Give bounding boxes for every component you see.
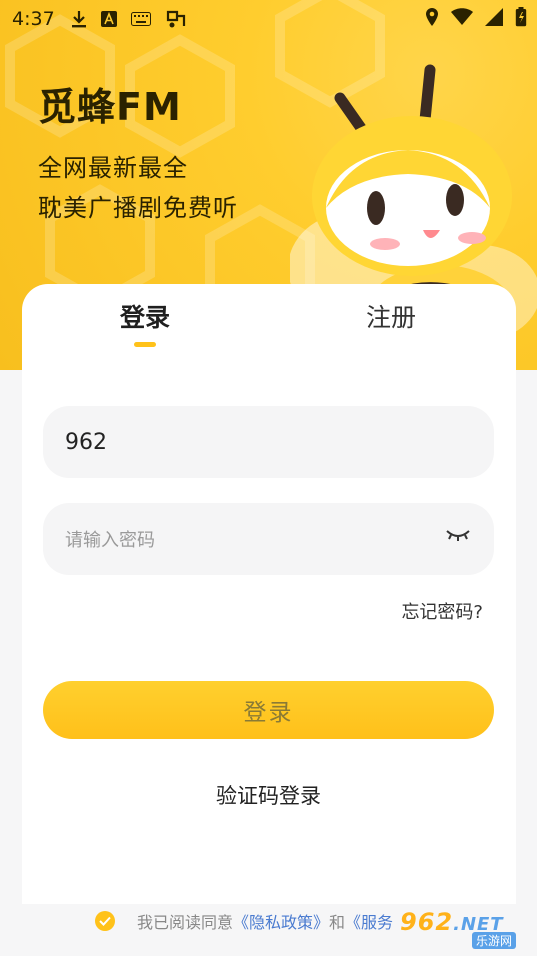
password-input[interactable]: 请输入密码: [43, 503, 494, 575]
eye-closed-icon[interactable]: [446, 527, 470, 546]
password-placeholder: 请输入密码: [65, 530, 155, 551]
login-card: [22, 284, 516, 904]
sms-login-link[interactable]: 验证码登录: [0, 780, 537, 810]
watermark-number: 962: [400, 908, 454, 936]
a-notification-icon: [100, 11, 117, 27]
status-bar: 4:37: [0, 0, 537, 38]
watermark-sub: 乐游网: [472, 932, 517, 949]
download-icon: [71, 10, 87, 28]
service-agreement-link[interactable]: 《服务: [345, 909, 393, 933]
tab-register[interactable]: 注册: [366, 298, 416, 334]
agreement-prefix: 我已阅读同意: [137, 913, 234, 932]
phone-input-value: 962: [65, 429, 107, 455]
active-tab-indicator: [134, 342, 156, 347]
location-icon: [425, 7, 439, 32]
battery-icon: [515, 6, 527, 32]
agreement-checkbox[interactable]: [95, 911, 115, 931]
slogan-line-2: 耽美广播剧免费听: [38, 194, 238, 222]
site-watermark: 962.NET 乐游网: [400, 908, 517, 949]
privacy-policy-link[interactable]: 《隐私政策》: [233, 909, 329, 933]
login-button[interactable]: 登录: [43, 681, 494, 739]
forgot-password-link[interactable]: 忘记密码?: [401, 598, 483, 624]
slogan-line-1: 全网最新最全: [38, 154, 188, 182]
agreement-row: 我已阅读同意 《隐私政策》 和 《服务: [95, 909, 393, 933]
app-title: 觅蜂FM: [38, 85, 182, 129]
app-notification-icon: [165, 9, 187, 29]
wifi-icon: [451, 7, 473, 31]
status-time: 4:37: [12, 8, 55, 30]
agreement-and: 和: [329, 913, 346, 932]
signal-icon: [485, 7, 503, 31]
phone-input[interactable]: 962: [43, 406, 494, 478]
keyboard-icon: [130, 12, 151, 26]
tab-login[interactable]: 登录: [120, 298, 170, 334]
